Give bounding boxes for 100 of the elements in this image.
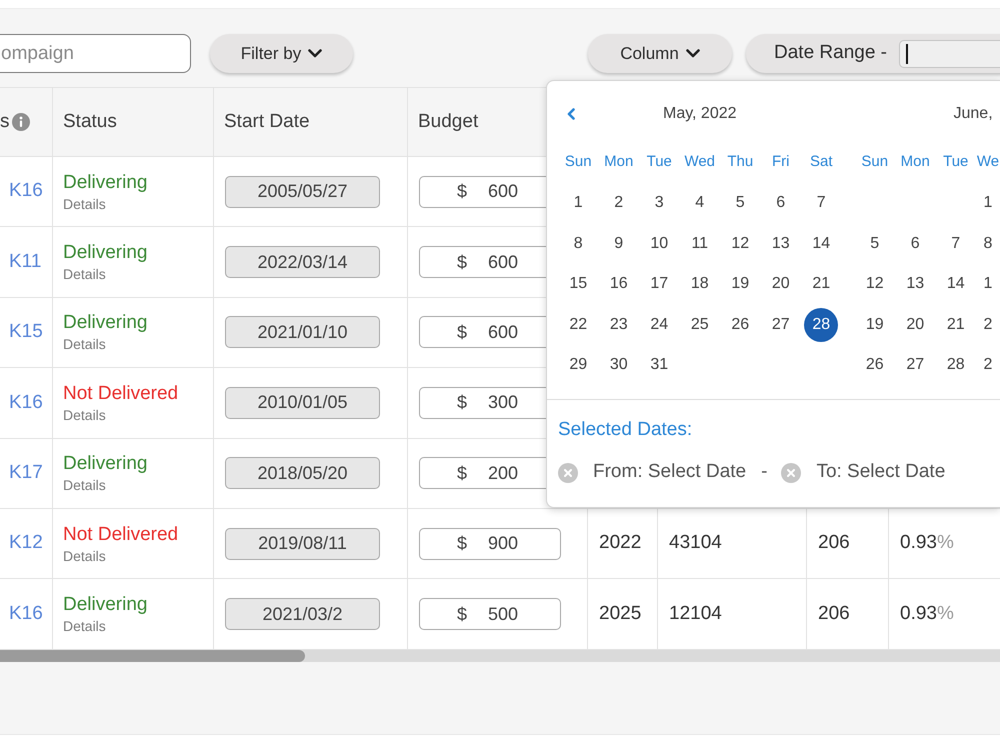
calendar-day[interactable]: 29 bbox=[569, 355, 588, 376]
table-cell-text: 206 bbox=[818, 531, 850, 556]
calendar-day[interactable]: 5 bbox=[870, 234, 880, 254]
column-button[interactable]: Column bbox=[588, 34, 732, 73]
calendar-day[interactable]: 20 bbox=[772, 274, 790, 294]
calendar-day[interactable]: 9 bbox=[614, 234, 624, 254]
calendar-day[interactable]: 20 bbox=[906, 314, 924, 335]
calendar-day[interactable]: 2 bbox=[984, 355, 992, 376]
calendar-day[interactable]: 19 bbox=[866, 314, 884, 335]
calendar-day[interactable]: 16 bbox=[610, 274, 628, 294]
calendar-day[interactable]: 13 bbox=[906, 274, 924, 294]
month-title: May, 2022 bbox=[662, 104, 737, 124]
id-link[interactable]: K17 bbox=[9, 459, 43, 488]
calendar-day[interactable]: 23 bbox=[610, 314, 628, 335]
weekday-label: Thu bbox=[727, 152, 754, 172]
table-cell-text: 2025 bbox=[599, 602, 642, 626]
weekday-label: We bbox=[976, 152, 1000, 172]
date-field[interactable]: 2022/03/14 bbox=[225, 246, 380, 278]
weekday-label: Fri bbox=[772, 152, 790, 172]
calendar-day[interactable]: 12 bbox=[731, 234, 750, 254]
weekday-label: Tue bbox=[646, 152, 672, 172]
calendar-day[interactable]: 27 bbox=[772, 314, 790, 335]
calendar-day[interactable]: 1 bbox=[574, 193, 583, 214]
details-link[interactable]: Details bbox=[63, 617, 106, 636]
calendar-day[interactable]: 25 bbox=[690, 314, 709, 335]
calendar-day[interactable]: 12 bbox=[866, 274, 884, 294]
weekday-label: Sun bbox=[861, 152, 888, 172]
calendar-day[interactable]: 7 bbox=[951, 234, 960, 254]
calendar-day[interactable]: 7 bbox=[816, 193, 826, 214]
scrollbar-track[interactable] bbox=[0, 650, 1000, 662]
calendar-day[interactable]: 13 bbox=[772, 234, 790, 254]
date-range-input[interactable] bbox=[899, 40, 1000, 68]
status-text: Delivering bbox=[63, 593, 148, 618]
calendar-day[interactable]: 21 bbox=[812, 274, 830, 294]
calendar-day[interactable]: 1 bbox=[984, 274, 992, 294]
calendar-day[interactable]: 6 bbox=[910, 234, 920, 254]
table-cell-text: 206 bbox=[818, 602, 850, 626]
calendar-day[interactable]: 19 bbox=[731, 274, 750, 294]
calendar-day[interactable]: 22 bbox=[569, 314, 588, 335]
calendar-day[interactable]: 27 bbox=[906, 355, 924, 376]
scrollbar-thumb[interactable] bbox=[0, 650, 305, 662]
clear-icon[interactable] bbox=[781, 462, 802, 482]
calendar-day[interactable]: 11 bbox=[691, 234, 708, 254]
column-header: Budget bbox=[418, 110, 478, 134]
filter-button[interactable]: Filter by bbox=[210, 34, 353, 73]
calendar-day[interactable]: 14 bbox=[812, 234, 830, 254]
date-range-control[interactable]: Date Range - bbox=[746, 34, 1000, 73]
calendar-day[interactable]: 26 bbox=[731, 314, 750, 335]
clear-icon[interactable] bbox=[558, 462, 578, 482]
date-field[interactable]: 2021/03/2 bbox=[225, 598, 380, 630]
calendar-day[interactable]: 10 bbox=[650, 234, 668, 254]
month-title: June, bbox=[954, 104, 993, 124]
id-link[interactable]: K11 bbox=[9, 248, 42, 276]
calendar-day[interactable]: 4 bbox=[695, 193, 704, 214]
calendar-day[interactable]: 3 bbox=[654, 193, 664, 214]
id-link[interactable]: K12 bbox=[9, 529, 43, 558]
calendar-day[interactable]: 28 bbox=[946, 355, 965, 376]
calendar-day[interactable]: 31 bbox=[650, 355, 668, 376]
details-link[interactable]: Details bbox=[63, 406, 106, 424]
calendar-day[interactable]: 1 bbox=[984, 193, 992, 214]
date-field[interactable]: 2019/08/11 bbox=[225, 528, 380, 560]
calendar-day[interactable]: 28 bbox=[804, 308, 838, 342]
status-text: Delivering bbox=[63, 241, 148, 266]
details-link[interactable]: Details bbox=[63, 265, 106, 284]
calendar-day[interactable]: 15 bbox=[569, 274, 588, 294]
calendar-day[interactable]: 2 bbox=[614, 193, 624, 214]
id-link[interactable]: K16 bbox=[9, 600, 43, 628]
calendar-day[interactable]: 17 bbox=[650, 274, 668, 294]
id-link[interactable]: K16 bbox=[9, 177, 43, 206]
date-field[interactable]: 2018/05/20 bbox=[225, 457, 380, 490]
chevron-down-icon bbox=[686, 49, 700, 58]
id-link[interactable]: K15 bbox=[9, 318, 43, 347]
id-link[interactable]: K16 bbox=[9, 388, 43, 418]
date-field[interactable]: 2021/01/10 bbox=[225, 316, 380, 348]
details-link[interactable]: Details bbox=[63, 194, 106, 213]
calendar-day[interactable]: 30 bbox=[610, 355, 628, 376]
date-field[interactable]: 2005/05/27 bbox=[225, 176, 380, 208]
details-link[interactable]: Details bbox=[63, 335, 106, 354]
weekday-label: Mon bbox=[604, 152, 634, 172]
calendar-day[interactable]: 24 bbox=[650, 314, 668, 335]
table-cell-text: 12104 bbox=[669, 602, 722, 626]
calendar-day[interactable]: 14 bbox=[946, 274, 965, 294]
budget-field[interactable]: $ 500 bbox=[419, 598, 561, 630]
calendar-day[interactable]: 5 bbox=[736, 193, 745, 214]
status-text: Delivering bbox=[63, 452, 148, 476]
date-field[interactable]: 2010/01/05 bbox=[225, 386, 380, 419]
calendar-day[interactable]: 21 bbox=[946, 314, 965, 335]
details-link[interactable]: Details bbox=[63, 476, 106, 494]
details-link[interactable]: Details bbox=[63, 546, 106, 565]
search-field[interactable]: ompaign bbox=[0, 34, 191, 73]
calendar-day[interactable]: 8 bbox=[574, 234, 583, 254]
calendar-day[interactable]: 6 bbox=[776, 193, 786, 214]
calendar-day[interactable]: 8 bbox=[984, 234, 992, 254]
info-icon[interactable] bbox=[12, 113, 30, 131]
weekday-label: Sun bbox=[564, 152, 592, 172]
calendar-day[interactable]: 26 bbox=[866, 355, 884, 376]
chevron-left-icon[interactable] bbox=[567, 108, 575, 120]
calendar-day[interactable]: 2 bbox=[984, 314, 992, 335]
budget-field[interactable]: $ 900 bbox=[419, 528, 561, 560]
calendar-day[interactable]: 18 bbox=[690, 274, 709, 294]
